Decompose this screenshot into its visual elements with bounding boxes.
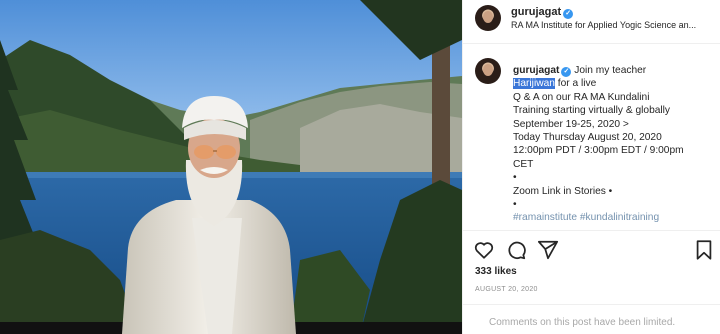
caption-line: 12:00pm PDT / 3:00pm EDT / 9:00pm	[513, 145, 684, 157]
avatar[interactable]	[475, 5, 501, 31]
share-button[interactable]	[537, 239, 559, 261]
bookmark-icon	[696, 240, 712, 260]
caption-line: Today Thursday August 20, 2020	[513, 132, 662, 144]
post-sidebar: gurujagat ✓ RA MA Institute for Applied Y…	[462, 0, 720, 334]
likes-count[interactable]: 333 likes	[475, 266, 517, 277]
username-text[interactable]: gurujagat	[511, 6, 561, 18]
comments-disabled-notice: Comments on this post have been limited.	[463, 304, 720, 334]
caption-highlight: Harijiwan	[513, 78, 555, 90]
post-photo[interactable]	[0, 0, 462, 334]
like-button[interactable]	[473, 239, 495, 261]
caption-line: CET	[513, 158, 534, 170]
comments-disabled-text: Comments on this post have been limited.	[489, 317, 676, 328]
post-header: gurujagat ✓ RA MA Institute for Applied Y…	[463, 0, 720, 44]
comment-icon	[508, 241, 526, 260]
caption-hashtags[interactable]: #ramainstitute #kundalinitraining	[513, 212, 659, 223]
post-actions	[463, 230, 720, 264]
caption-line: for a live	[557, 78, 597, 90]
share-icon	[537, 240, 559, 260]
caption-intro: Join my teacher	[574, 65, 647, 76]
comment-button[interactable]	[505, 239, 527, 261]
caption-username[interactable]: gurujagat ✓	[513, 65, 572, 77]
caption-avatar[interactable]	[475, 58, 501, 84]
caption-area: gurujagat ✓ Join my teacher Harijiwan for…	[463, 44, 720, 230]
caption: gurujagat ✓ Join my teacher Harijiwan for…	[513, 64, 713, 225]
header-username[interactable]: gurujagat ✓	[511, 6, 574, 19]
post-location[interactable]: RA MA Institute for Applied Yogic Scienc…	[511, 20, 711, 30]
caption-line: •	[513, 199, 517, 211]
caption-line: Zoom Link in Stories •	[513, 185, 613, 197]
verified-badge-icon: ✓	[563, 9, 574, 19]
caption-line: Training starting virtually & globally	[513, 105, 671, 117]
caption-line: •	[513, 172, 517, 184]
save-button[interactable]	[693, 239, 715, 261]
post-image	[0, 0, 462, 334]
heart-icon	[474, 242, 494, 259]
verified-badge-icon: ✓	[561, 67, 572, 77]
caption-line: September 19-25, 2020 >	[513, 118, 629, 130]
post-date: AUGUST 20, 2020	[475, 286, 538, 293]
caption-line: Q & A on our RA MA Kundalini	[513, 91, 650, 103]
